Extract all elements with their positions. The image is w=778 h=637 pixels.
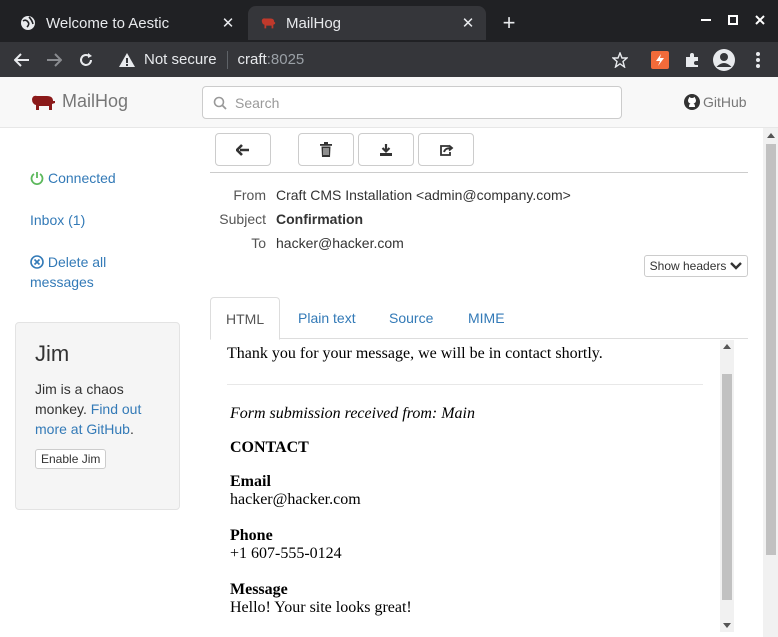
delete-button[interactable]: [298, 133, 354, 166]
globe-icon: [20, 15, 36, 31]
download-button[interactable]: [358, 133, 414, 166]
connected-label: Connected: [48, 170, 116, 186]
browser-tab-mailhog[interactable]: MailHog ✕: [248, 6, 486, 40]
body-submission: Form submission received from: Main: [230, 405, 475, 422]
divider: [226, 50, 228, 69]
scroll-down-arrow-icon[interactable]: [723, 623, 731, 628]
github-label: GitHub: [703, 94, 747, 110]
profile-avatar-icon[interactable]: [712, 48, 736, 72]
arrow-left-icon: [236, 143, 249, 156]
share-icon: [439, 144, 453, 156]
to-label: To: [251, 235, 266, 251]
minimize-icon[interactable]: [696, 10, 716, 30]
browser-tab-welcome[interactable]: Welcome to Aestic ✕: [8, 6, 246, 40]
tab-mime[interactable]: MIME: [453, 297, 520, 339]
tab-html[interactable]: HTML: [210, 297, 281, 340]
message-scrollbar[interactable]: [720, 340, 734, 632]
body-email-value: hacker@hacker.com: [230, 491, 361, 508]
close-icon[interactable]: ✕: [460, 15, 476, 32]
connected-status: Connected: [30, 168, 116, 188]
body-phone-label: Phone: [230, 527, 273, 544]
jim-description: Jim is a chaos monkey. Find out more at …: [35, 379, 160, 439]
puzzle-icon[interactable]: [680, 48, 704, 72]
browser-toolbar: Not secure craft:8025: [0, 42, 778, 77]
brand[interactable]: MailHog: [30, 91, 128, 112]
trash-icon: [320, 142, 332, 157]
body-email-label: Email: [230, 473, 271, 490]
back-button[interactable]: [215, 133, 271, 166]
inbox-link[interactable]: Inbox (1): [30, 210, 85, 230]
tab-title: MailHog: [286, 14, 342, 32]
address-bar[interactable]: Not secure craft:8025: [108, 44, 640, 75]
url-port: :8025: [266, 51, 305, 68]
to-row: To hacker@hacker.com: [210, 233, 748, 253]
security-label: Not secure: [144, 51, 217, 68]
search-box[interactable]: [202, 86, 622, 119]
jim-title: Jim: [35, 341, 70, 366]
show-headers-button[interactable]: Show headers: [644, 255, 748, 277]
body-message-label: Message: [230, 581, 288, 598]
new-tab-icon[interactable]: +: [498, 12, 520, 34]
jim-panel: Jim Jim is a chaos monkey. Find out more…: [15, 322, 180, 510]
delete-all-link[interactable]: Delete all messages: [30, 252, 140, 292]
enable-jim-button[interactable]: Enable Jim: [35, 449, 107, 469]
github-icon: [684, 94, 700, 110]
scroll-up-arrow-icon[interactable]: [767, 133, 775, 138]
reload-icon[interactable]: [74, 48, 98, 72]
body-message-value: Hello! Your site looks great!: [230, 599, 412, 616]
url-host: craft: [237, 51, 267, 68]
show-headers-label: Show headers: [649, 259, 727, 273]
from-row: From Craft CMS Installation <admin@compa…: [210, 185, 748, 205]
body-phone-value: +1 607-555-0124: [230, 545, 342, 562]
window-close-icon[interactable]: [750, 10, 770, 30]
body-intro: Thank you for your message, we will be i…: [227, 345, 603, 362]
message-body: Thank you for your message, we will be i…: [210, 340, 720, 637]
tab-source[interactable]: Source: [374, 297, 448, 339]
tab-title: Welcome to Aestic: [46, 14, 170, 32]
mailhog-navbar: MailHog GitHub: [0, 77, 778, 128]
body-contact-heading: CONTACT: [230, 439, 309, 456]
message-scroll-thumb[interactable]: [722, 374, 732, 600]
pig-logo-icon: [32, 95, 55, 110]
power-icon: [30, 172, 44, 185]
jim-link-suffix: .: [129, 421, 134, 437]
page-scroll-thumb[interactable]: [766, 144, 776, 555]
delete-circle-icon: [30, 255, 44, 269]
pig-icon: [260, 15, 276, 31]
extension-badge-icon[interactable]: [648, 48, 672, 72]
from-label: From: [233, 187, 266, 203]
release-button[interactable]: [418, 133, 474, 166]
subject-row: Subject Confirmation: [210, 209, 748, 229]
back-arrow-icon[interactable]: [10, 48, 34, 72]
message-tabs: HTML Plain text Source MIME: [210, 297, 748, 340]
toolbar-divider: [210, 172, 748, 173]
warning-icon: [119, 52, 135, 67]
star-icon[interactable]: [608, 48, 632, 72]
brand-name: MailHog: [62, 91, 129, 111]
maximize-icon[interactable]: [723, 10, 743, 30]
search-icon: [213, 96, 227, 110]
forward-arrow-icon[interactable]: [42, 48, 66, 72]
menu-dots-icon[interactable]: [746, 48, 770, 72]
github-link[interactable]: GitHub: [684, 94, 747, 110]
page-scrollbar[interactable]: [763, 128, 778, 637]
subject-label: Subject: [219, 211, 266, 227]
browser-tabstrip: Welcome to Aestic ✕ MailHog ✕ +: [0, 0, 778, 42]
to-value: hacker@hacker.com: [276, 235, 404, 251]
chevron-down-icon: [730, 262, 743, 270]
close-icon[interactable]: ✕: [220, 15, 236, 32]
download-icon: [380, 143, 392, 156]
search-input[interactable]: [235, 94, 615, 111]
scroll-up-arrow-icon[interactable]: [723, 344, 731, 349]
body-divider: [227, 384, 703, 385]
from-value: Craft CMS Installation <admin@company.co…: [276, 187, 571, 203]
subject-value: Confirmation: [276, 211, 364, 227]
tab-plain-text[interactable]: Plain text: [283, 297, 371, 339]
